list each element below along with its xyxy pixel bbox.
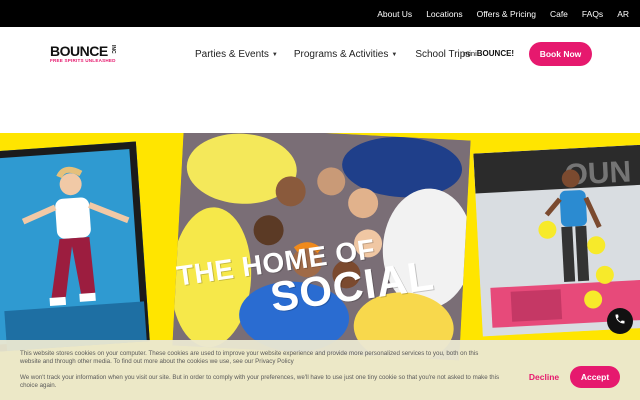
bounce-logo[interactable]: BOUNCE INC FREE SPIRITS UNLEASHED: [50, 44, 124, 66]
nav-parties-events[interactable]: Parties & Events ▼: [195, 49, 278, 60]
utility-link-faqs[interactable]: FAQs: [582, 9, 603, 19]
utility-link-about-us[interactable]: About Us: [377, 9, 412, 19]
logo-inc: INC: [110, 45, 116, 54]
utility-link-locations[interactable]: Locations: [426, 9, 462, 19]
book-now-button[interactable]: Book Now: [529, 42, 592, 66]
logo-wordmark: BOUNCE: [50, 43, 108, 59]
chevron-down-icon: ▼: [391, 51, 398, 58]
phone-call-button[interactable]: [607, 308, 633, 334]
language-switch-ar[interactable]: AR: [617, 9, 629, 19]
hero-photo-trampoline: [0, 141, 150, 353]
mini-logo-word: BOUNCE!: [476, 49, 515, 58]
hero-photo-juggler: OUN: [473, 144, 640, 337]
nav-programs-activities[interactable]: Programs & Activities ▼: [294, 49, 397, 60]
utility-link-offers-pricing[interactable]: Offers & Pricing: [477, 9, 536, 19]
cookie-tracking-message: We won't track your information when you…: [20, 374, 500, 389]
utility-link-cafe[interactable]: Cafe: [550, 9, 568, 19]
cookie-decline-button[interactable]: Decline: [520, 368, 568, 386]
chevron-down-icon: ▼: [271, 51, 278, 58]
cookie-consent-banner: This website stores cookies on your comp…: [0, 340, 640, 400]
logo-tagline: FREE SPIRITS UNLEASHED: [50, 58, 116, 63]
primary-nav: Parties & Events ▼ Programs & Activities…: [195, 27, 470, 82]
nav-parties-events-label: Parties & Events: [195, 49, 269, 60]
utility-nav: About Us Locations Offers & Pricing Cafe…: [377, 0, 629, 27]
phone-icon: [614, 312, 626, 330]
mini-bounce-logo[interactable]: miniBOUNCE!: [463, 49, 514, 58]
top-utility-bar: About Us Locations Offers & Pricing Cafe…: [0, 0, 640, 27]
nav-programs-activities-label: Programs & Activities: [293, 49, 389, 60]
main-header: BOUNCE INC FREE SPIRITS UNLEASHED Partie…: [0, 27, 640, 82]
cookie-accept-button[interactable]: Accept: [570, 366, 620, 388]
cookie-message: This website stores cookies on your comp…: [20, 350, 479, 365]
mini-logo-prefix: mini: [463, 49, 477, 58]
